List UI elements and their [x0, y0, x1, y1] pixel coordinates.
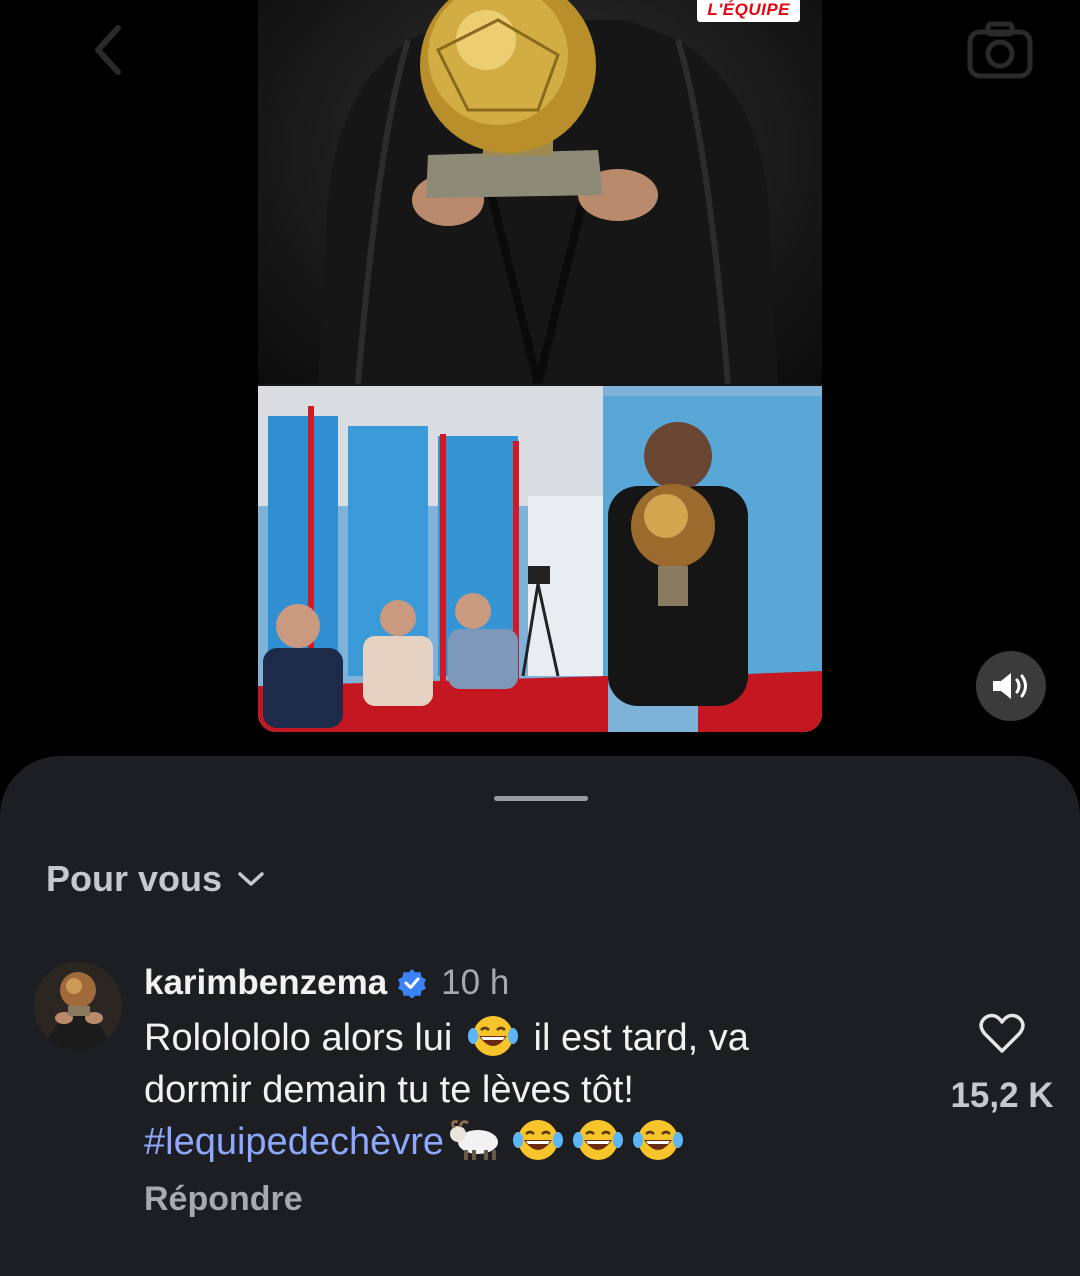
laughing-emoji-icon	[467, 1016, 518, 1056]
laughing-emoji-icon	[633, 1120, 684, 1160]
reply-button[interactable]: Répondre	[144, 1180, 303, 1219]
comment-item: karimbenzema 10 h Rololololo alors lui i…	[0, 956, 1080, 1256]
avatar-image	[34, 962, 122, 1050]
comment-text-part2: il est tard, va	[533, 1017, 749, 1059]
comment-body: karimbenzema 10 h Rololololo alors lui i…	[144, 956, 934, 1219]
brand-logo: L'ÉQUIPE	[697, 0, 800, 22]
comment-filter-dropdown[interactable]: Pour vous	[46, 858, 266, 900]
comment-header: karimbenzema 10 h	[144, 956, 934, 1010]
trophy-illustration	[318, 0, 778, 385]
verified-badge-icon	[398, 969, 427, 998]
comment-time: 10 h	[441, 963, 510, 1002]
back-button[interactable]	[78, 20, 138, 80]
chevron-down-icon	[238, 872, 264, 886]
laughing-emoji-icon	[513, 1120, 564, 1160]
studio-illustration	[258, 386, 822, 732]
username[interactable]: karimbenzema	[144, 963, 387, 1003]
heart-icon[interactable]	[979, 1012, 1025, 1054]
laughing-emoji-icon	[573, 1120, 624, 1160]
mute-button[interactable]	[976, 651, 1046, 721]
trophy-photo: L'ÉQUIPE	[258, 0, 822, 385]
camera-icon	[967, 21, 1033, 79]
comment-text: Rololololo alors lui il est tard, va dor…	[144, 1012, 934, 1168]
tv-studio-photo	[258, 386, 822, 732]
hashtag-link[interactable]: #lequipedechèvre	[144, 1121, 444, 1163]
chevron-left-icon	[95, 25, 121, 75]
avatar[interactable]	[34, 962, 122, 1050]
like-column: 15,2 K	[940, 1012, 1064, 1116]
post-media[interactable]: L'ÉQUIPE	[258, 0, 822, 732]
speaker-icon	[993, 673, 1027, 699]
like-count: 15,2 K	[950, 1076, 1054, 1115]
comments-sheet: Pour vous karimbenzema 10 h Rololololo a…	[0, 756, 1080, 1276]
comment-text-line2: dormir demain tu te lèves tôt!	[144, 1069, 634, 1111]
comment-text-part1: Rololololo alors lui	[144, 1017, 453, 1059]
filter-label: Pour vous	[46, 858, 223, 899]
drag-handle[interactable]	[494, 796, 588, 801]
goat-emoji-icon	[450, 1120, 499, 1160]
camera-button[interactable]	[966, 18, 1034, 82]
